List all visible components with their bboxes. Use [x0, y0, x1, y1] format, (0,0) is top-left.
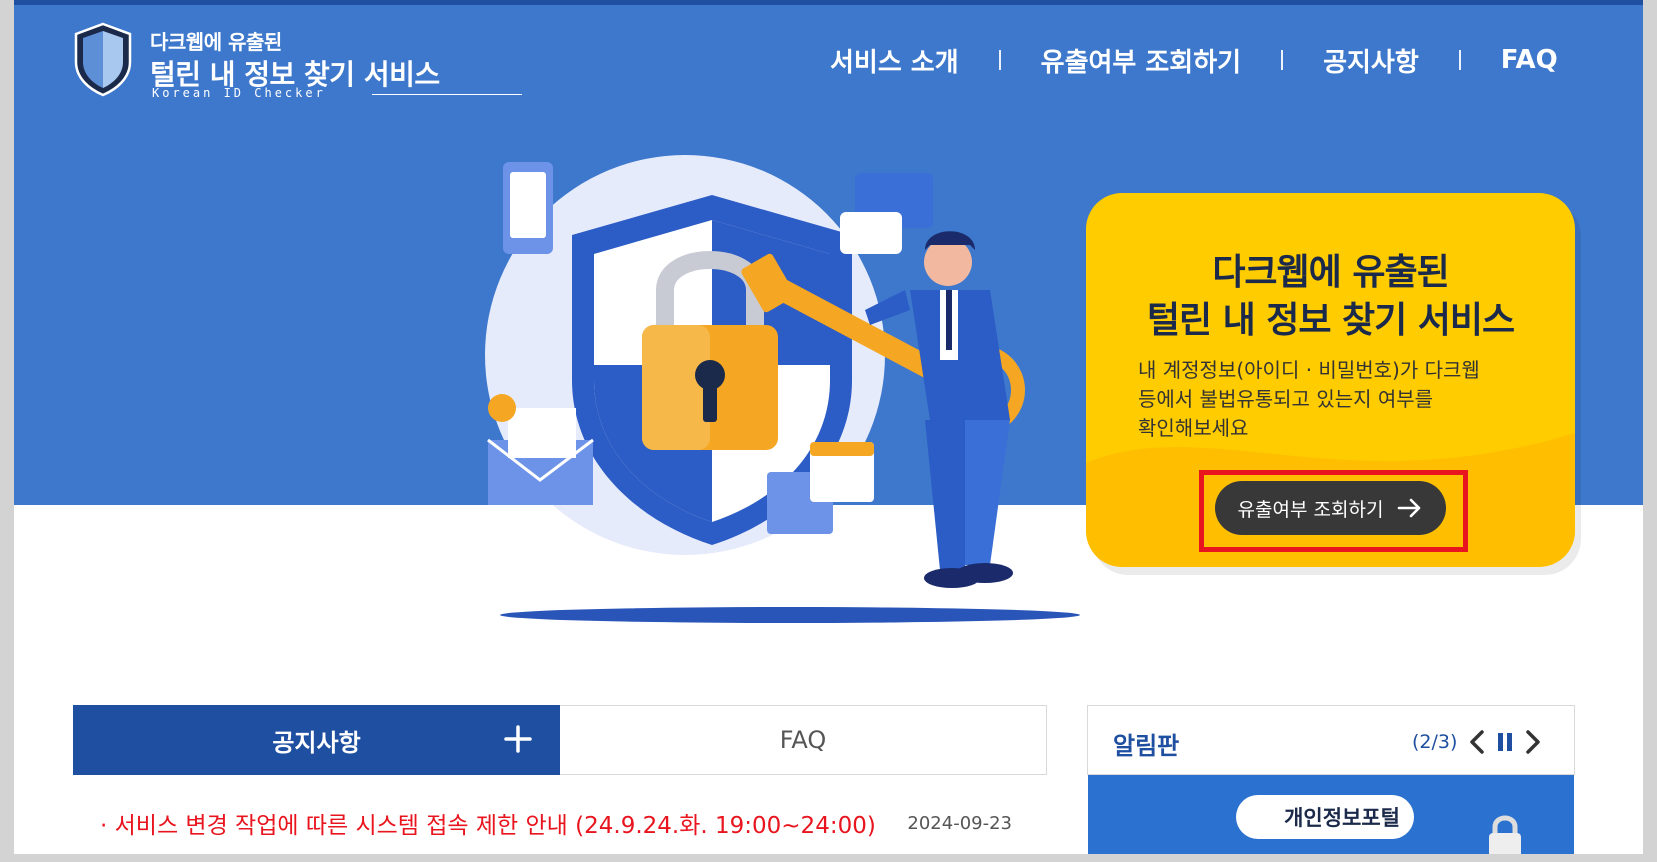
plus-icon[interactable] — [500, 719, 536, 759]
nav-service-intro[interactable]: 서비스 소개 — [830, 42, 959, 79]
logo-underline — [372, 94, 522, 95]
chevron-left-icon[interactable] — [1464, 728, 1490, 756]
hero-card-desc-line2: 등에서 불법유통되고 있는지 여부를 — [1138, 387, 1434, 411]
main-nav: 서비스 소개 유출여부 조회하기 공지사항 FAQ — [830, 42, 1558, 78]
hero-card-title-line2: 털린 내 정보 찾기 서비스 — [1146, 300, 1515, 341]
nav-leak-check[interactable]: 유출여부 조회하기 — [1041, 42, 1241, 79]
nav-divider — [1458, 50, 1461, 70]
tab-notice[interactable]: 공지사항 — [73, 705, 560, 775]
right-gray-border — [1643, 0, 1657, 862]
notice-title[interactable]: · 서비스 변경 작업에 따른 시스템 접속 제한 안내 (24.9.24.화.… — [100, 806, 876, 840]
nav-notice[interactable]: 공지사항 — [1323, 42, 1419, 79]
hero-card-desc-line3: 확인해보세요 — [1138, 416, 1249, 440]
pause-icon[interactable] — [1492, 728, 1518, 756]
nav-divider — [998, 50, 1001, 70]
board-title: 알림판 — [1113, 732, 1180, 760]
leak-check-button[interactable]: 유출여부 조회하기 — [1215, 481, 1446, 535]
site-logo[interactable]: 다크웹에 유출된 털린 내 정보 찾기 서비스 Korean ID Checke… — [72, 22, 522, 102]
logo-subtitle: 다크웹에 유출된 — [150, 30, 282, 54]
tab-faq-label: FAQ — [779, 726, 827, 754]
notice-date: 2024-09-23 — [907, 812, 1012, 834]
notice-board-header: 알림판 (2/3) — [1087, 705, 1575, 775]
chevron-right-icon[interactable] — [1520, 728, 1546, 756]
hero-card-description: 내 계정정보(아이디 · 비밀번호)가 다크웹 등에서 불법유통되고 있는지 여… — [1138, 356, 1538, 443]
hero-card-desc-line1: 내 계정정보(아이디 · 비밀번호)가 다크웹 — [1138, 358, 1480, 382]
nav-faq[interactable]: FAQ — [1501, 45, 1558, 75]
banner-text: 개인정보포털 — [1284, 806, 1400, 830]
logo-english: Korean ID Checker — [152, 86, 326, 100]
leak-check-button-label: 유출여부 조회하기 — [1237, 498, 1384, 521]
security-illustration — [485, 155, 1080, 623]
board-page-indicator: (2/3) — [1412, 731, 1458, 753]
board-banner[interactable]: 개인정보포털 — [1088, 775, 1574, 862]
tab-notice-label: 공지사항 — [272, 728, 361, 757]
tab-faq[interactable]: FAQ — [560, 705, 1047, 775]
notice-list-item[interactable]: · 서비스 변경 작업에 따른 시스템 접속 제한 안내 (24.9.24.화.… — [100, 806, 1020, 840]
notice-faq-tabs: 공지사항 FAQ — [73, 705, 1047, 775]
nav-divider — [1281, 50, 1284, 70]
banner-portal-label: 개인정보포털 — [1236, 795, 1414, 839]
shield-icon — [74, 22, 132, 97]
left-gray-border — [0, 0, 14, 862]
bottom-gray-border — [0, 854, 1657, 862]
hero-card-title-line1: 다크웹에 유출된 — [1212, 252, 1449, 293]
arrow-right-icon — [1398, 498, 1421, 518]
